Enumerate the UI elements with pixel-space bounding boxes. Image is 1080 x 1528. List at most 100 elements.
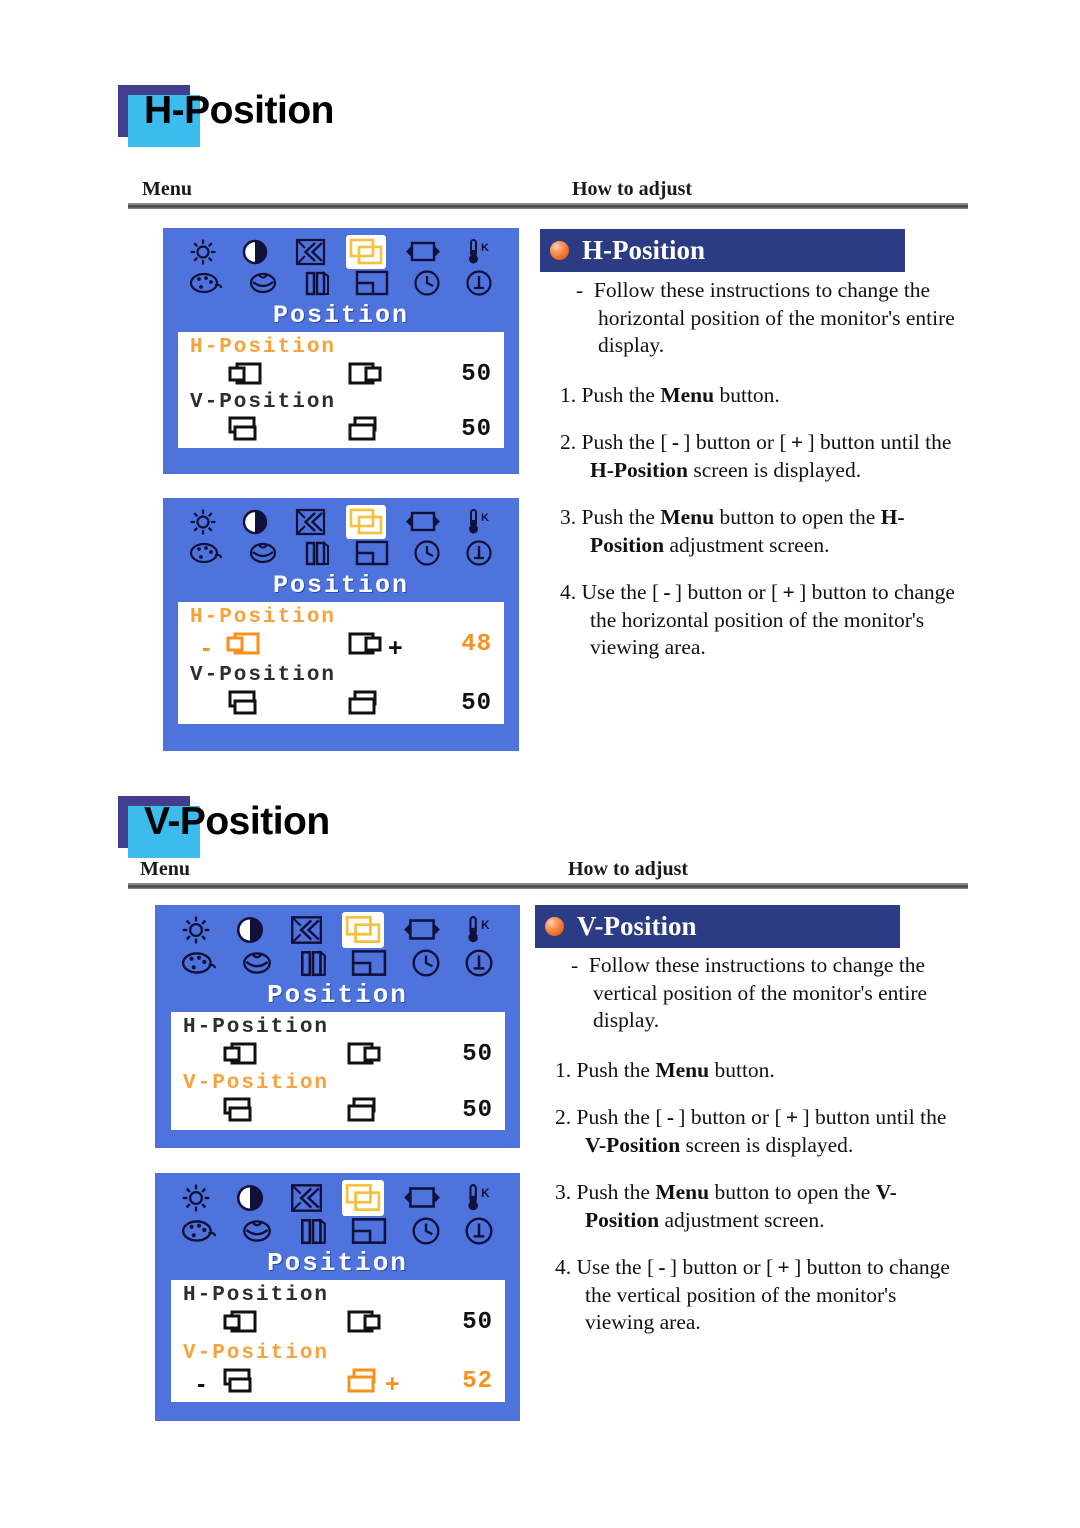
palette-icon[interactable] — [189, 541, 223, 565]
osd-icon-grid: K — [163, 237, 519, 297]
sharpness-icon[interactable] — [293, 507, 327, 537]
contrast-icon[interactable] — [240, 237, 270, 267]
size-icon[interactable] — [405, 238, 441, 266]
h-pos-left-icon[interactable] — [228, 362, 262, 385]
step-text-b: button. — [714, 382, 780, 407]
timer-icon[interactable] — [413, 269, 441, 297]
contrast-icon[interactable] — [240, 507, 270, 537]
timer-icon[interactable] — [413, 539, 441, 567]
instruction-header-title: V-Position — [577, 911, 697, 941]
brightness-icon[interactable] — [188, 237, 218, 267]
position-icon[interactable] — [345, 915, 382, 945]
step-text-a: Push the — [581, 430, 661, 455]
osd-icon-row-2 — [177, 539, 505, 567]
step-bold-a: Menu — [660, 505, 715, 530]
step-text-c: button until the — [809, 1105, 947, 1130]
section-title-v-position: V-Position — [118, 796, 418, 858]
instruction-step: 4. Use the [ - ] button or [ + ] button … — [555, 1254, 970, 1337]
osd-value-panel: H-Position 50 V-Position 50 — [171, 1012, 505, 1130]
osd-row-label: H-Position — [183, 1284, 330, 1307]
color-temp-icon[interactable]: K — [463, 1182, 495, 1214]
v-pos-down-icon[interactable] — [223, 1368, 255, 1393]
osd-row-label: V-Position — [190, 664, 337, 687]
osd-panel: K Position H-Position 50 V-Position 50 — [163, 228, 519, 474]
osd-value-panel: H-Position 50 V-Position 50 — [178, 332, 504, 448]
step-text-a: Push the — [576, 1057, 656, 1082]
v-pos-up-icon[interactable] — [348, 416, 380, 441]
h-pos-right-icon[interactable] — [347, 1042, 381, 1065]
osd-menu-heading: Position — [267, 1248, 408, 1278]
color-temp-icon[interactable]: K — [463, 914, 495, 946]
osd-language-icon[interactable] — [247, 541, 279, 565]
h-pos-left-icon[interactable] — [223, 1310, 257, 1333]
size-icon[interactable] — [405, 508, 441, 536]
h-pos-left-icon[interactable] — [226, 632, 260, 655]
osd-icon-row-1: K — [177, 237, 505, 267]
osd-icon-row-2 — [177, 269, 505, 297]
palette-icon[interactable] — [181, 1218, 217, 1244]
position-icon[interactable] — [345, 1183, 382, 1213]
v-pos-up-icon[interactable] — [347, 1097, 379, 1122]
sharpness-icon[interactable] — [288, 914, 324, 946]
size-icon[interactable] — [403, 915, 441, 945]
osd-row-label: H-Position — [190, 606, 337, 629]
osd-language-icon[interactable] — [240, 950, 274, 976]
key-minus: [ - ] — [655, 1105, 686, 1130]
step-bold-b: H-Position — [590, 457, 688, 482]
palette-icon[interactable] — [189, 271, 223, 295]
key-minus: [ - ] — [660, 430, 691, 455]
v-pos-up-icon[interactable] — [348, 690, 380, 715]
brightness-icon[interactable] — [180, 1182, 212, 1214]
intro-dash: - — [571, 953, 579, 977]
instruction-body: - Follow these instructions to change th… — [560, 277, 970, 682]
information-icon[interactable] — [464, 1216, 494, 1246]
h-pos-right-icon[interactable] — [348, 632, 382, 655]
timer-icon[interactable] — [411, 948, 441, 978]
osd-position-icon[interactable] — [355, 270, 389, 296]
osd-language-icon[interactable] — [247, 271, 279, 295]
sharpness-icon[interactable] — [288, 1182, 324, 1214]
step-number: 2. — [560, 430, 577, 455]
step-text-b: button. — [709, 1057, 775, 1082]
v-pos-down-icon[interactable] — [228, 690, 260, 715]
key-plus: [ + ] — [771, 580, 807, 605]
v-pos-down-icon[interactable] — [223, 1097, 255, 1122]
bars-icon[interactable] — [298, 1216, 328, 1246]
h-pos-right-icon[interactable] — [348, 362, 382, 385]
palette-icon[interactable] — [181, 950, 217, 976]
color-temp-icon[interactable]: K — [464, 237, 494, 267]
intro-text: Follow these instructions to change the … — [593, 278, 955, 358]
osd-plus-sign[interactable]: + — [385, 1372, 400, 1397]
bars-icon[interactable] — [303, 539, 331, 567]
position-icon[interactable] — [349, 508, 384, 536]
contrast-icon[interactable] — [234, 1182, 266, 1214]
color-temp-icon[interactable]: K — [464, 507, 494, 537]
sharpness-icon[interactable] — [293, 237, 327, 267]
bars-icon[interactable] — [298, 948, 328, 978]
osd-language-icon[interactable] — [240, 1218, 274, 1244]
osd-menu-heading: Position — [267, 980, 408, 1010]
contrast-icon[interactable] — [234, 914, 266, 946]
information-icon[interactable] — [465, 539, 493, 567]
step-text-c: adjustment screen. — [659, 1207, 825, 1232]
brightness-icon[interactable] — [180, 914, 212, 946]
osd-position-icon[interactable] — [355, 540, 389, 566]
osd-position-icon[interactable] — [351, 949, 387, 977]
osd-minus-sign[interactable]: - — [202, 636, 210, 661]
osd-plus-sign[interactable]: + — [388, 636, 403, 661]
information-icon[interactable] — [465, 269, 493, 297]
size-icon[interactable] — [403, 1183, 441, 1213]
v-pos-up-icon[interactable] — [347, 1368, 379, 1393]
timer-icon[interactable] — [411, 1216, 441, 1246]
h-pos-right-icon[interactable] — [347, 1310, 381, 1333]
information-icon[interactable] — [464, 948, 494, 978]
osd-row-label: H-Position — [183, 1016, 330, 1039]
v-pos-down-icon[interactable] — [228, 416, 260, 441]
osd-position-icon[interactable] — [351, 1217, 387, 1245]
bars-icon[interactable] — [303, 269, 331, 297]
position-icon[interactable] — [349, 238, 384, 266]
osd-minus-sign[interactable]: - — [197, 1372, 205, 1397]
brightness-icon[interactable] — [188, 507, 218, 537]
step-number: 3. — [555, 1180, 572, 1205]
h-pos-left-icon[interactable] — [223, 1042, 257, 1065]
